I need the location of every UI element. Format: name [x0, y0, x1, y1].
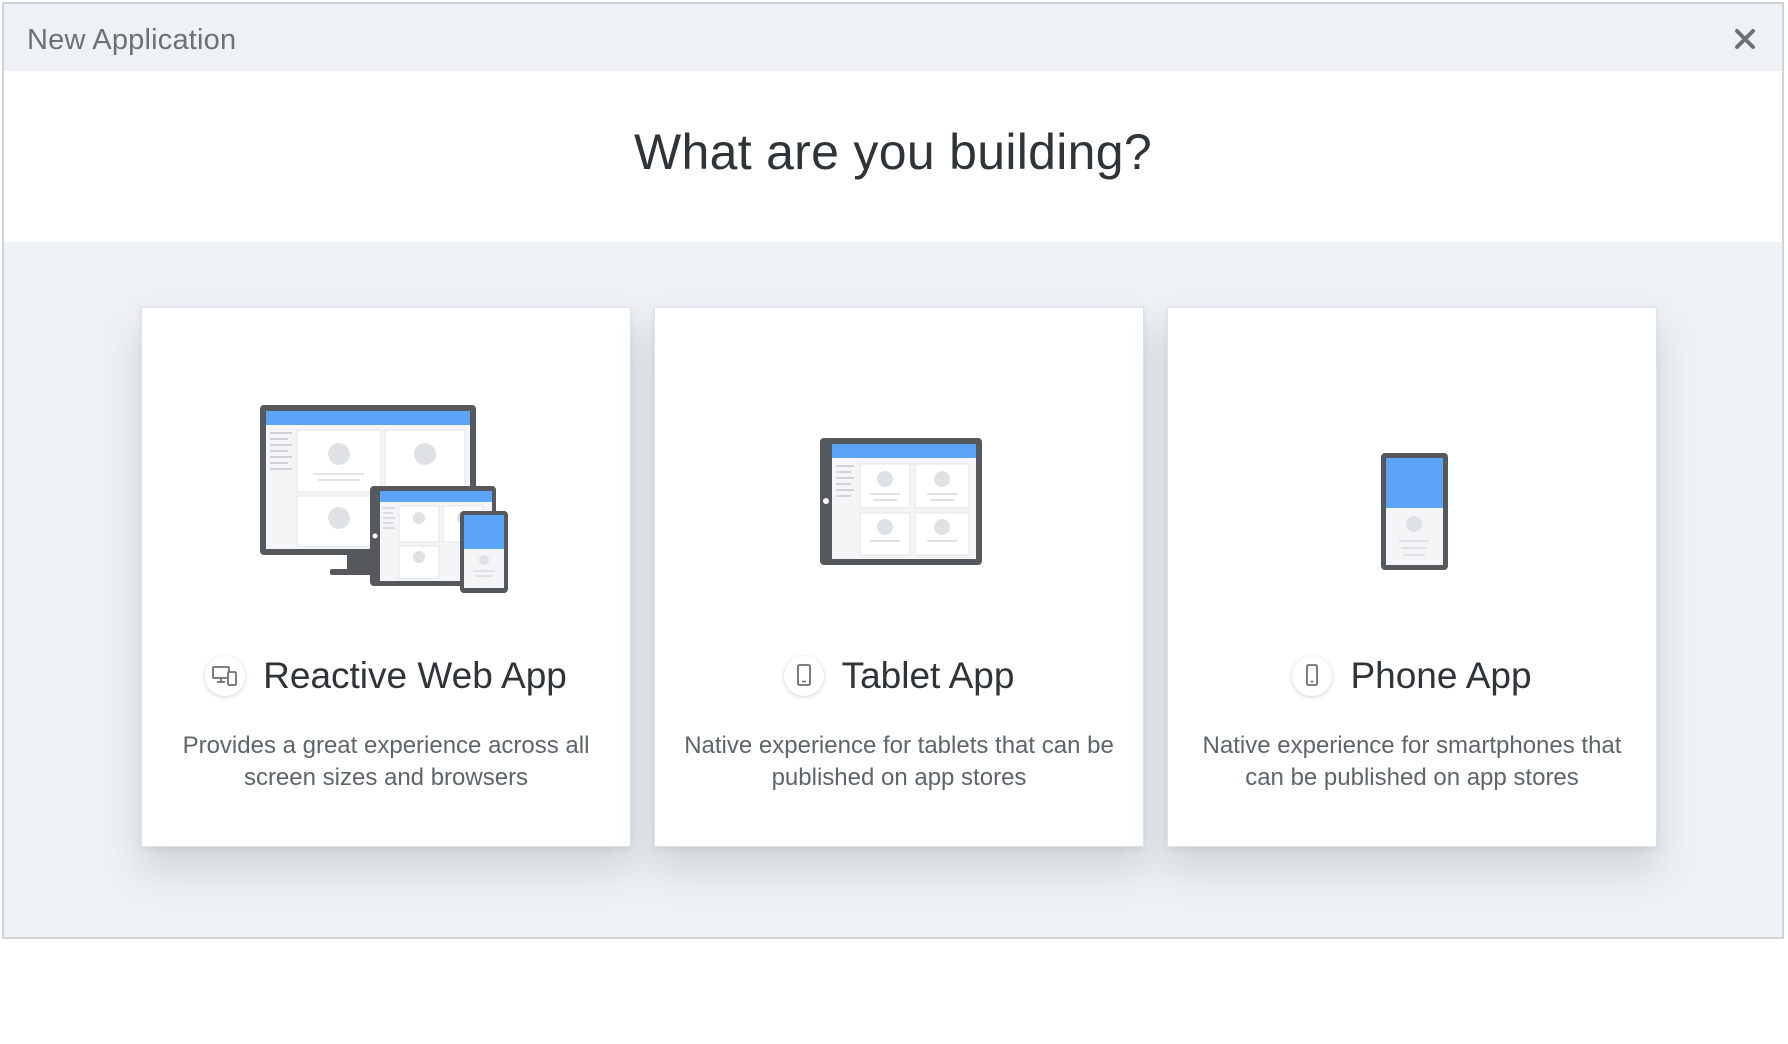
- card-description: Native experience for smartphones that c…: [1202, 732, 1622, 791]
- card-label-row: Reactive Web App: [142, 651, 630, 701]
- card-description: Native experience for tablets that can b…: [684, 732, 1114, 791]
- heading-section: What are you building?: [4, 71, 1782, 242]
- app-type-options: Reactive Web App Provides a great experi…: [4, 242, 1782, 937]
- new-application-dialog: New Application What are you building? R…: [2, 2, 1784, 939]
- card-description: Provides a great experience across all s…: [182, 732, 590, 791]
- card-label-row: Tablet App: [655, 651, 1143, 701]
- tablet-illustration: [655, 308, 1143, 618]
- dialog-titlebar: New Application: [4, 4, 1782, 71]
- phone-illustration: [1168, 308, 1656, 618]
- tablet-app-card[interactable]: Tablet App Native experience for tablets…: [654, 307, 1144, 847]
- multi-device-icon: [205, 656, 246, 696]
- close-icon[interactable]: [1728, 22, 1762, 56]
- phone-app-card[interactable]: Phone App Native experience for smartpho…: [1167, 307, 1657, 847]
- multi-device-illustration: [142, 308, 630, 618]
- reactive-web-app-card[interactable]: Reactive Web App Provides a great experi…: [141, 307, 631, 847]
- card-title: Tablet App: [841, 655, 1015, 696]
- card-label-row: Phone App: [1168, 651, 1656, 701]
- dialog-title: New Application: [27, 24, 237, 56]
- page-heading: What are you building?: [633, 124, 1153, 180]
- card-title: Phone App: [1350, 655, 1532, 696]
- tablet-icon: [783, 656, 824, 696]
- card-title: Reactive Web App: [263, 655, 567, 696]
- phone-icon: [1292, 656, 1333, 696]
